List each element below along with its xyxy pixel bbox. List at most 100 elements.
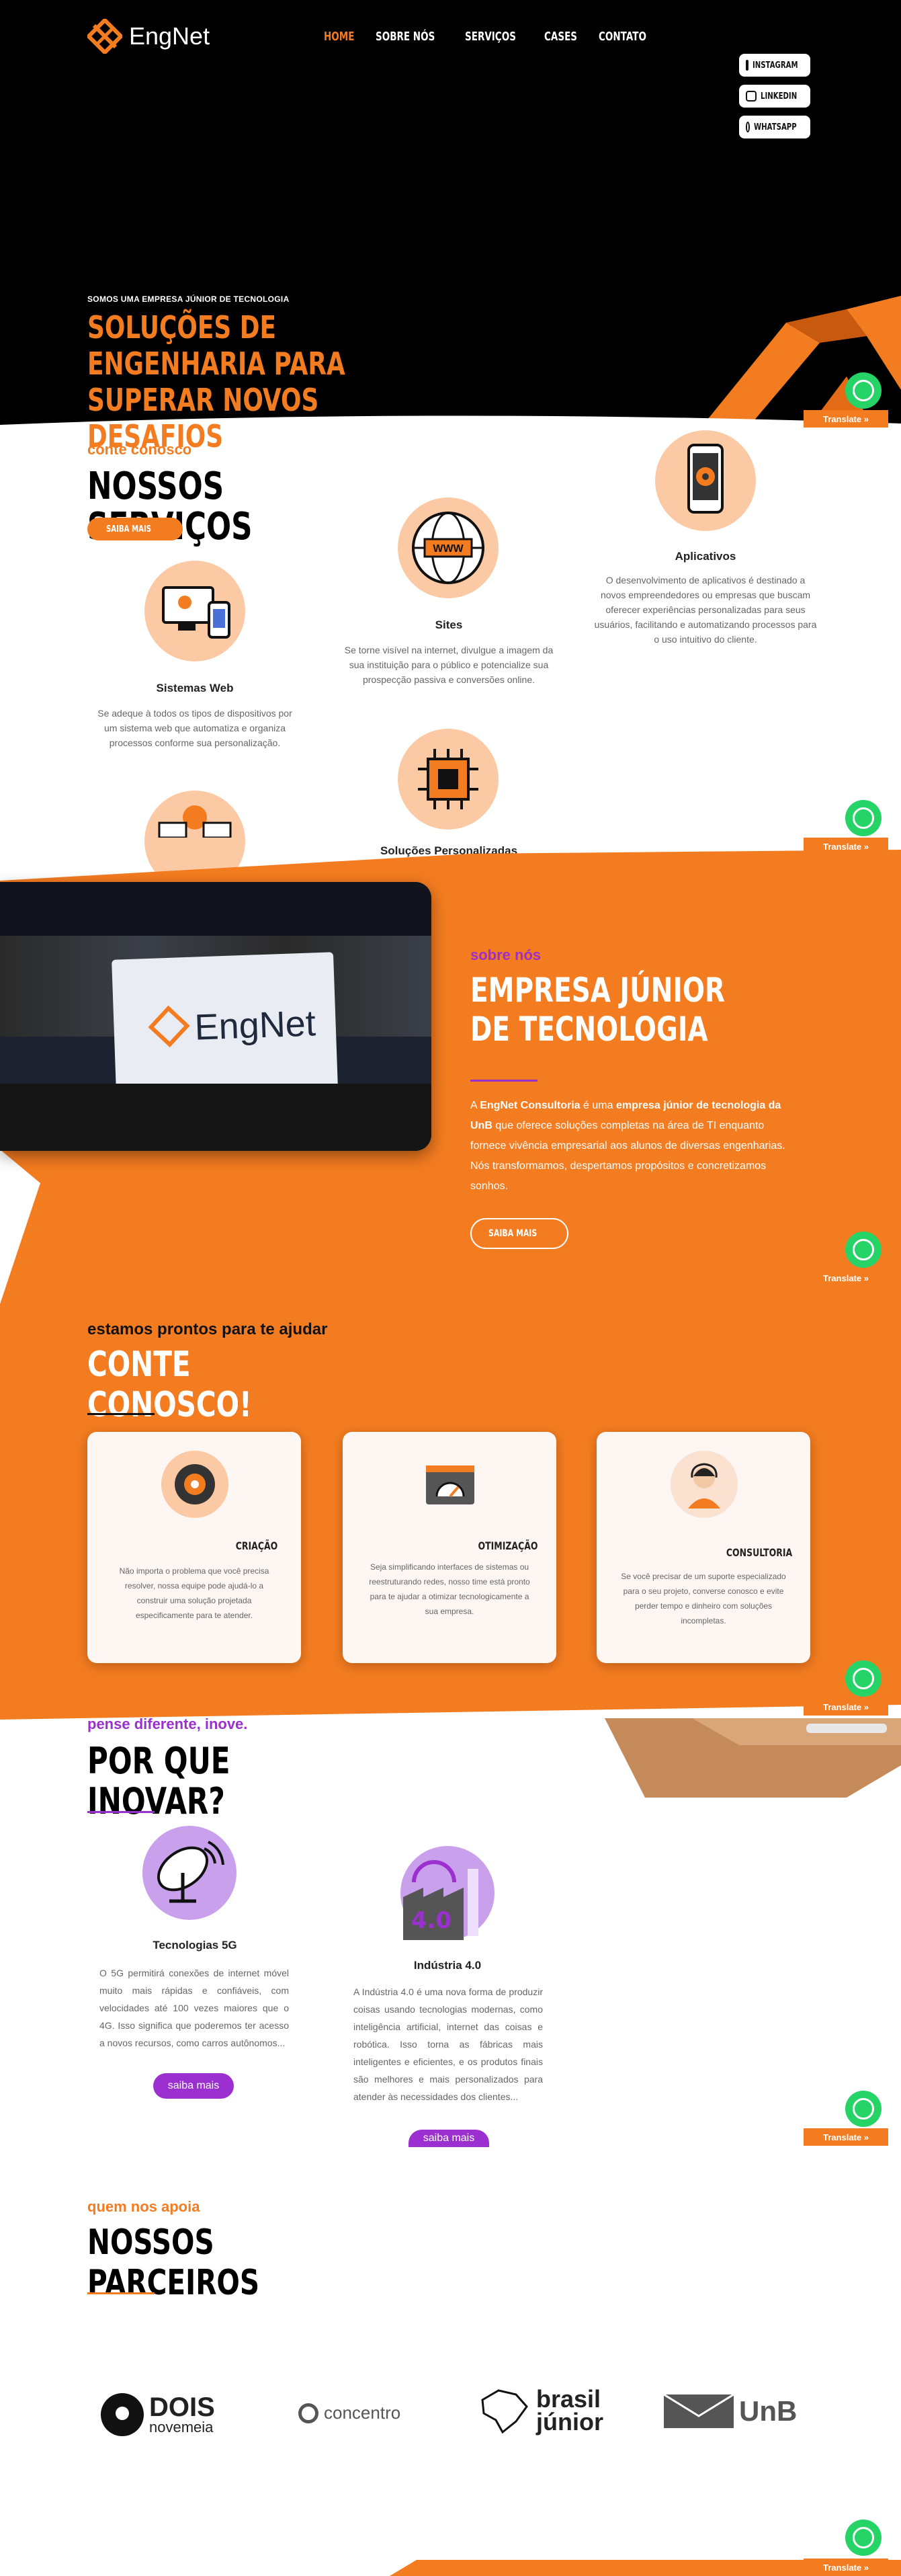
services-saiba-mais-button[interactable]: SAIBA MAIS [87, 518, 183, 540]
service-name-sistemas-web: Sistemas Web [156, 682, 234, 694]
banner-text: EngNet [194, 1003, 316, 1048]
whatsapp-icon [746, 122, 750, 132]
whatsapp-button[interactable]: WHATSAPP [739, 116, 810, 138]
service-desc-aplicativos: O desenvolvimento de aplicativos é desti… [594, 575, 817, 645]
card-criacao: CRIAÇÃO Não importa o problema que você … [87, 1432, 301, 1663]
service-desc-sites: Se torne visível na internet, divulgue a… [344, 645, 554, 685]
service-name-aplicativos: Aplicativos [675, 550, 736, 563]
factory-icon: 4.0 [400, 1846, 495, 1940]
about-text-part: que oferece soluções completas na área d… [470, 1120, 785, 1192]
services-kicker: conte conosco [87, 441, 192, 458]
whatsapp-float-icon[interactable] [845, 800, 882, 836]
team-photo: EngNet [0, 882, 431, 1151]
dois-logo-icon [101, 2393, 144, 2436]
page: EngNet HOME SOBRE NÓS SERVIÇOS CASES CON… [0, 0, 901, 2576]
translate-button[interactable]: Translate » [804, 1698, 888, 1716]
partner-sub: novemeia [149, 2419, 214, 2436]
partners-title: NOSSOS PARCEIROS [87, 2222, 260, 2303]
whatsapp-float-icon[interactable] [845, 372, 882, 409]
nav-servicos[interactable]: SERVIÇOS [465, 30, 516, 44]
card-desc: Se você precisar de um suporte especiali… [621, 1572, 786, 1625]
partner-sub: júnior [536, 2408, 603, 2436]
partner-name: UnB [739, 2395, 798, 2427]
help-kicker: estamos prontos para te ajudar [87, 1320, 328, 1338]
instagram-button[interactable]: INSTAGRAM [739, 54, 810, 77]
main-nav: HOME SOBRE NÓS SERVIÇOS CASES CONTATO [324, 30, 662, 44]
about-text: A EngNet Consultoria é uma empresa júnio… [470, 1096, 790, 1197]
service-name-sites: Sites [435, 618, 463, 631]
translate-button[interactable]: Translate » [804, 2559, 888, 2576]
service-desc-sistemas-web: Se adeque à todos os tipos de dispositiv… [97, 708, 292, 748]
partner-concentro[interactable]: concentro [298, 2403, 400, 2423]
nav-contato[interactable]: CONTATO [599, 30, 646, 44]
apps-icon [655, 430, 756, 531]
linkedin-button[interactable]: LINKEDIN [739, 85, 810, 108]
brand-name: EngNet [129, 22, 210, 50]
about-title: EMPRESA JÚNIOR DE TECNOLOGIA [470, 971, 726, 1049]
innovate-title: POR QUE INOVAR? [87, 1740, 230, 1822]
linkedin-icon [746, 91, 757, 102]
web-systems-icon [144, 561, 245, 661]
whatsapp-float-icon[interactable] [845, 1660, 882, 1697]
partner-name: concentro [324, 2403, 401, 2423]
nav-cases[interactable]: CASES [544, 30, 577, 44]
about-text-bold: EngNet Consultoria [480, 1100, 581, 1111]
about-kicker: sobre nós [470, 947, 542, 963]
instagram-icon [746, 60, 748, 71]
translate-button[interactable]: Translate » [804, 2128, 888, 2146]
partners-kicker: quem nos apoia [87, 2198, 200, 2215]
innovate-name-industria: Indústria 4.0 [413, 1959, 482, 1972]
about-divider [470, 1080, 538, 1082]
whatsapp-label: WHATSAPP [754, 122, 798, 132]
innovate-industria-saiba-mais-button[interactable]: saiba mais [409, 2130, 489, 2147]
innovate-desc-industria: A Indústria 4.0 é uma nova forma de prod… [353, 1986, 543, 2102]
partners-divider [87, 2292, 155, 2294]
whatsapp-float-icon[interactable] [845, 1232, 882, 1268]
card-consultoria: CONSULTORIA Se você precisar de um supor… [597, 1432, 810, 1663]
custom-solutions-icon [398, 729, 499, 830]
innovate-name-5g: Tecnologias 5G [153, 1939, 237, 1951]
card-title: CRIAÇÃO [235, 1539, 278, 1552]
partner-dois-novemeia[interactable]: DOIS novemeia [101, 2393, 215, 2436]
brand-logo[interactable]: EngNet [87, 19, 210, 54]
card-title: CONSULTORIA [726, 1546, 793, 1559]
desk-photo [605, 1718, 901, 1798]
hero-title: SOLUÇÕES DE ENGENHARIA PARA SUPERAR NOVO… [87, 309, 345, 454]
instagram-label: INSTAGRAM [753, 60, 798, 71]
innovate-divider [87, 1811, 155, 1813]
satellite-dish-icon [142, 1826, 237, 1920]
sites-icon: WWW [398, 497, 499, 598]
about-text-part: é uma [580, 1100, 616, 1111]
linkedin-label: LINKEDIN [761, 91, 798, 102]
partner-brasil-junior[interactable]: brasil júnior [476, 2386, 603, 2435]
help-divider [87, 1413, 155, 1415]
brazil-map-icon [481, 2389, 528, 2434]
gauge-icon [417, 1451, 484, 1518]
innovate-kicker: pense diferente, inove. [87, 1716, 248, 1732]
about-text-part: A [470, 1100, 480, 1111]
concentro-logo-icon [298, 2403, 318, 2423]
translate-button[interactable]: Translate » [804, 1269, 888, 1287]
whatsapp-float-icon[interactable] [845, 2091, 882, 2127]
consultant-icon [671, 1451, 738, 1518]
nav-sobre-nos[interactable]: SOBRE NÓS [376, 30, 435, 44]
innovate-5g-saiba-mais-button[interactable]: saiba mais [153, 2073, 234, 2099]
about-button-label: SAIBA MAIS [488, 1228, 537, 1239]
partner-name: DOIS [149, 2392, 215, 2422]
unb-logo-icon [664, 2393, 734, 2428]
industry-badge-text: 4.0 [411, 1907, 452, 1934]
whatsapp-float-icon[interactable] [845, 2520, 882, 2556]
partner-unb[interactable]: UnB [664, 2393, 797, 2429]
card-title: OTIMIZAÇÃO [478, 1539, 538, 1552]
partner-name: brasil [536, 2385, 601, 2413]
card-otimizacao: OTIMIZAÇÃO Seja simplificando interfaces… [343, 1432, 556, 1663]
www-text: WWW [433, 543, 464, 555]
innovate-desc-5g: O 5G permitirá conexões de internet móve… [99, 1968, 289, 2048]
about-saiba-mais-button[interactable]: SAIBA MAIS [470, 1218, 568, 1249]
engnet-logo-icon [87, 19, 122, 54]
hero-kicker: SOMOS UMA EMPRESA JÚNIOR DE TECNOLOGIA [87, 294, 290, 304]
nav-home[interactable]: HOME [324, 30, 354, 44]
card-desc: Não importa o problema que você precisa … [119, 1566, 269, 1620]
translate-button[interactable]: Translate » [804, 410, 888, 428]
services-button-label: SAIBA MAIS [106, 524, 152, 534]
